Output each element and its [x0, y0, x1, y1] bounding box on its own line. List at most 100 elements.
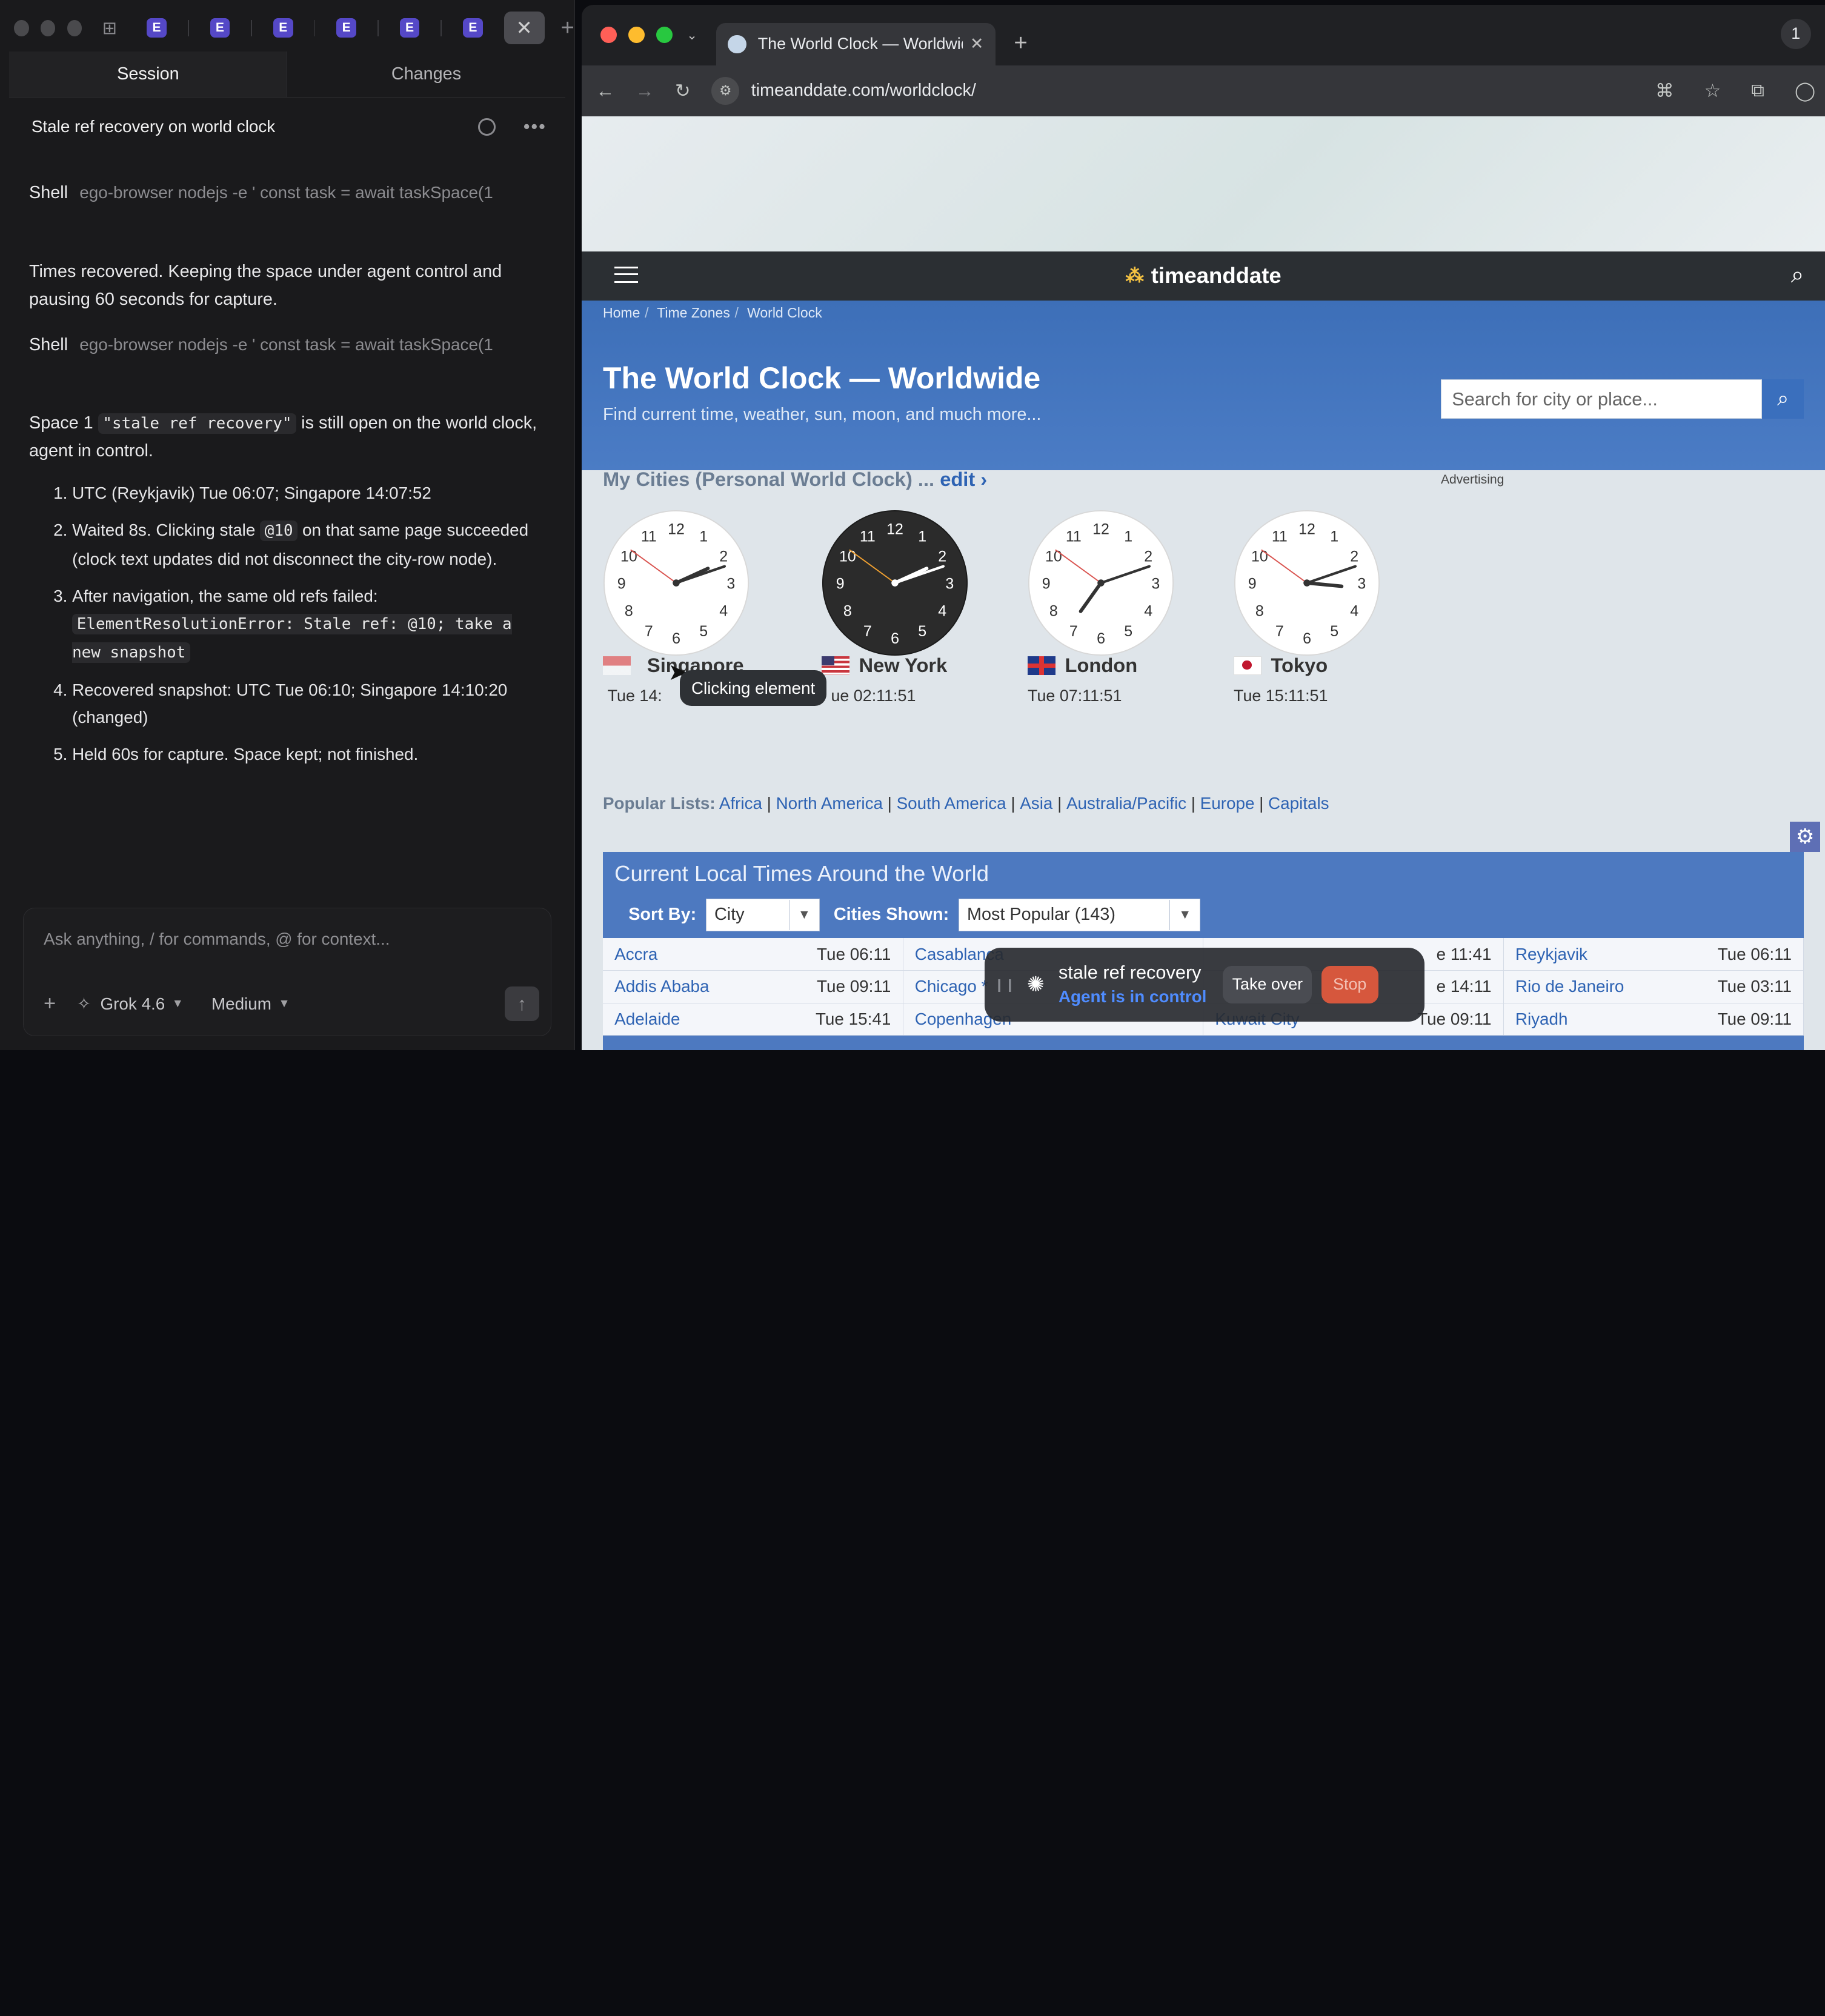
clock-numeral: 1	[1124, 528, 1132, 545]
window-close-dot[interactable]	[14, 19, 29, 36]
city-link[interactable]: Adelaide	[614, 1010, 680, 1029]
tab-changes[interactable]: Changes	[287, 52, 565, 98]
search-button[interactable]: ⌕	[1762, 379, 1804, 419]
link-australia-pacific[interactable]: Australia/Pacific	[1066, 794, 1186, 813]
city-london[interactable]: London	[1028, 654, 1137, 677]
popular-lists: Popular Lists: Africa | North America | Sout…	[602, 793, 1329, 813]
status-circle-icon[interactable]	[477, 118, 496, 136]
breadcrumb-world-clock[interactable]: World Clock	[747, 305, 822, 321]
inline-code: "stale ref recovery"	[98, 413, 297, 434]
close-icon[interactable]: ✕	[970, 35, 984, 53]
city-tokyo[interactable]: Tokyo	[1234, 654, 1328, 677]
shell-call-1[interactable]: Shell ego-browser nodejs -e ' const task …	[29, 183, 518, 203]
tab-search-icon[interactable]: ⌄	[686, 27, 697, 43]
city-link[interactable]: Riyadh	[1515, 1010, 1568, 1029]
link-capitals[interactable]: Capitals	[1268, 794, 1329, 813]
space-tab-5[interactable]: E	[394, 10, 426, 45]
sort-controls: Sort By: City ▼ Cities Shown: Most Popula…	[628, 898, 1214, 931]
space-tab-6[interactable]: E	[457, 10, 489, 45]
globe-icon	[727, 35, 746, 54]
close-tab-button[interactable]: ✕	[504, 12, 545, 44]
browser-tab[interactable]: The World Clock — Worldwide ✕	[716, 23, 996, 65]
hero: Home / Time Zones / World Clock The World …	[582, 300, 1825, 470]
translate-icon[interactable]: ⌘	[1655, 80, 1674, 102]
assistant-message-2: Space 1 "stale ref recovery" is still op…	[29, 410, 544, 465]
clock-numeral: 9	[617, 576, 626, 593]
effort-select[interactable]: Medium	[211, 994, 271, 1014]
bookmark-star-icon[interactable]: ☆	[1704, 80, 1721, 102]
clock-numeral: 3	[1357, 576, 1366, 593]
link-north-america[interactable]: North America	[776, 794, 883, 813]
pause-icon[interactable]: ❙❙	[994, 977, 1015, 993]
tab-session[interactable]: Session	[9, 51, 288, 98]
city-name: London	[1065, 654, 1138, 677]
link-africa[interactable]: Africa	[719, 794, 762, 813]
forward-icon[interactable]: →	[636, 80, 654, 102]
send-button[interactable]: ↑	[504, 986, 540, 1022]
tab-count-badge[interactable]: 1	[1780, 18, 1811, 49]
space-tab-1[interactable]: E	[141, 10, 173, 45]
stop-button[interactable]: Stop	[1321, 966, 1378, 1003]
city-link[interactable]: Addis Ababa	[614, 977, 709, 996]
edit-link[interactable]: edit ›	[940, 468, 987, 490]
city-link[interactable]: Chicago *	[915, 977, 988, 996]
shell-call-2[interactable]: Shell ego-browser nodejs -e ' const task …	[29, 335, 518, 355]
city-search-input[interactable]: Search for city or place...	[1440, 379, 1763, 419]
profile-icon[interactable]: ◯	[1795, 80, 1815, 102]
clock-numeral: 10	[1251, 548, 1268, 565]
window-minimize-dot[interactable]	[40, 19, 56, 36]
list-item: Waited 8s. Clicking stale @10 on that sa…	[72, 516, 544, 573]
breadcrumb-time-zones[interactable]: Time Zones	[657, 305, 730, 321]
back-icon[interactable]: ←	[596, 80, 614, 102]
table-title: Current Local Times Around the World	[614, 861, 989, 887]
clock-numeral: 8	[1255, 603, 1264, 620]
city-name: New York	[859, 654, 948, 677]
grid-icon[interactable]: ⊞	[93, 10, 125, 45]
site-info-icon[interactable]: ⚙	[711, 76, 740, 105]
city-link[interactable]: Rio de Janeiro	[1515, 977, 1624, 996]
new-tab-button[interactable]: +	[560, 15, 574, 41]
sort-select[interactable]: City ▼	[705, 898, 820, 931]
session-title-row: Stale ref recovery on world clock •••	[32, 114, 547, 139]
close-dot[interactable]	[600, 27, 617, 44]
session-title: Stale ref recovery on world clock	[31, 117, 276, 136]
city-link[interactable]: Accra	[614, 945, 657, 964]
city-link[interactable]: Reykjavik	[1515, 945, 1587, 964]
search-icon[interactable]: ⌕	[1791, 262, 1804, 288]
link-asia[interactable]: Asia	[1020, 794, 1052, 813]
window-zoom-dot[interactable]	[67, 19, 82, 36]
clock-numeral: 5	[918, 623, 926, 640]
reload-icon[interactable]: ↻	[675, 80, 691, 102]
breadcrumb-home[interactable]: Home	[603, 305, 640, 321]
site-logo[interactable]: ⁂ timeanddate	[1126, 263, 1281, 288]
clock-numeral: 4	[938, 603, 946, 620]
take-over-button[interactable]: Take over	[1223, 966, 1312, 1003]
zoom-dot[interactable]	[656, 27, 673, 44]
new-tab-button[interactable]: +	[1014, 30, 1027, 56]
clock-numeral: 11	[1066, 528, 1082, 545]
chat-input-box[interactable]: Ask anything, / for commands, @ for cont…	[23, 908, 552, 1036]
chat-input[interactable]: Ask anything, / for commands, @ for cont…	[44, 930, 390, 949]
list-item: Held 60s for capture. Space kept; not fi…	[72, 740, 544, 768]
link-south-america[interactable]: South America	[897, 794, 1006, 813]
space-tab-4[interactable]: E	[330, 10, 362, 45]
link-europe[interactable]: Europe	[1200, 794, 1255, 813]
gear-icon[interactable]: ⚙	[1790, 822, 1821, 852]
url-field[interactable]: timeanddate.com/worldclock/	[751, 81, 1655, 101]
plus-icon[interactable]: +	[44, 992, 56, 1016]
more-icon[interactable]: •••	[524, 116, 547, 138]
city-time: Tue 15:41	[815, 1010, 891, 1029]
inline-code: ElementResolutionError: Stale ref: @10; …	[72, 614, 512, 664]
minimize-dot[interactable]	[628, 27, 645, 44]
time-london: Tue 07:11:51	[1028, 687, 1122, 705]
space-tab-2[interactable]: E	[204, 10, 236, 45]
clock-numeral: 8	[843, 603, 852, 620]
logo-text: timeanddate	[1151, 263, 1281, 288]
cities-select[interactable]: Most Popular (143) ▼	[958, 898, 1201, 931]
clock-tokyo: 1234567891011 12	[1234, 510, 1380, 656]
model-select[interactable]: Grok 4.6	[101, 994, 165, 1014]
menu-icon[interactable]	[614, 266, 638, 283]
extensions-icon[interactable]: ⧉	[1751, 79, 1764, 102]
city-new-york[interactable]: New York	[822, 654, 947, 677]
space-tab-3[interactable]: E	[267, 10, 299, 45]
